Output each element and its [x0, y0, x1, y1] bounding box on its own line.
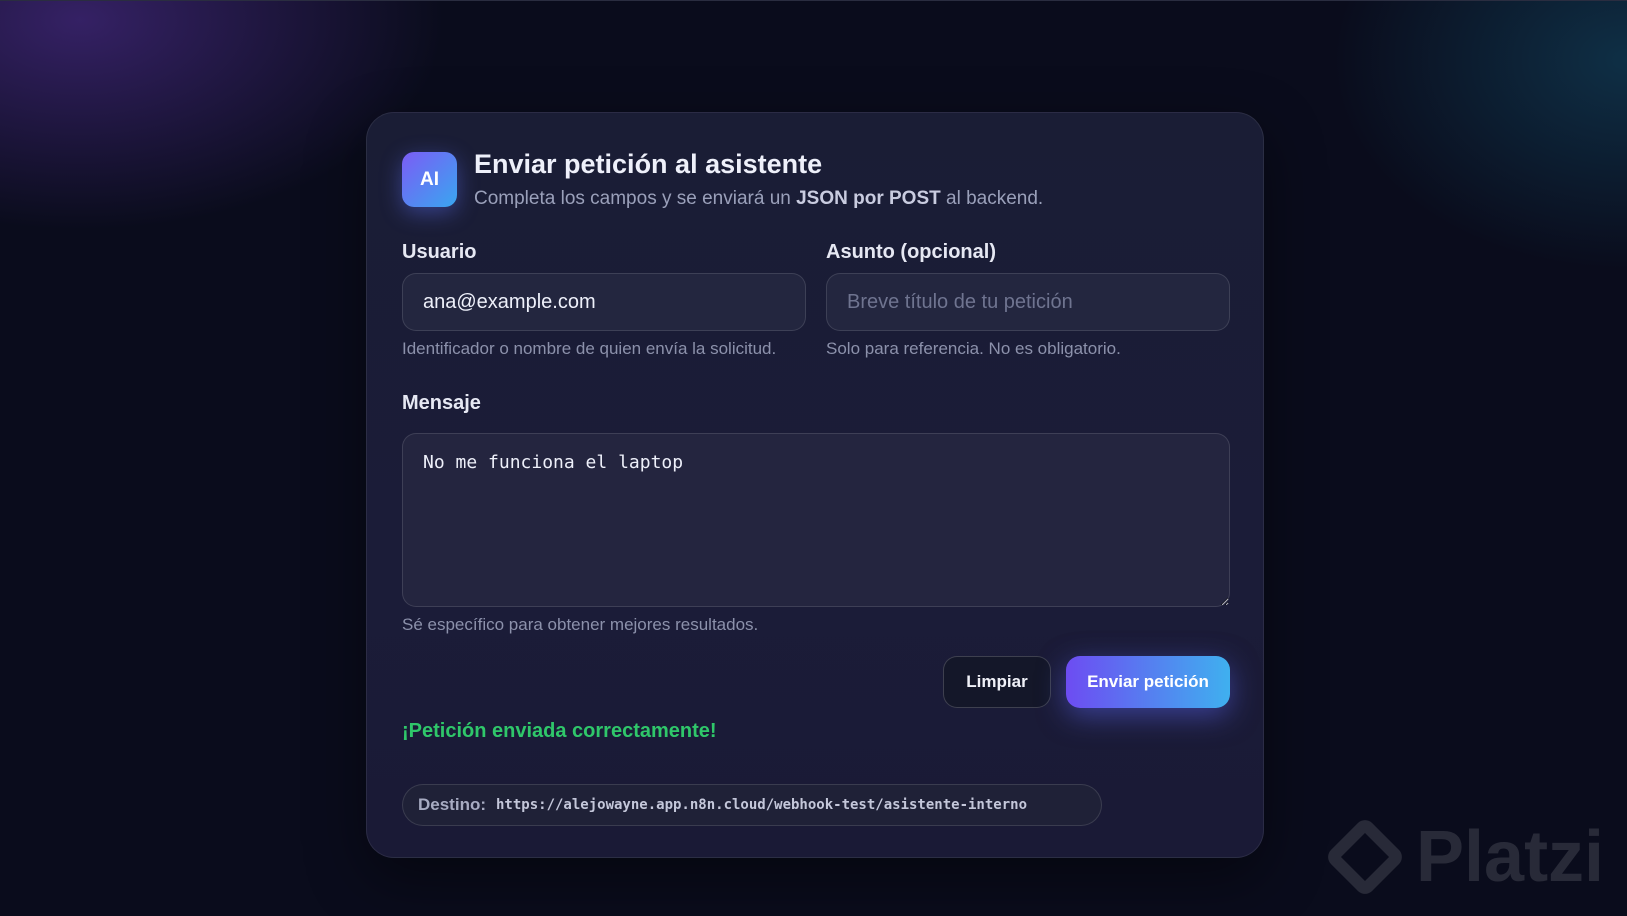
platzi-watermark: Platzi: [1323, 815, 1605, 899]
page-subtitle: Completa los campos y se enviará un JSON…: [474, 188, 1043, 210]
page-title: Enviar petición al asistente: [474, 149, 823, 179]
destination-label: Destino:: [418, 795, 486, 814]
clear-button[interactable]: Limpiar: [943, 656, 1051, 708]
top-divider: [0, 0, 1627, 1]
subtitle-text-post: al backend.: [940, 188, 1044, 209]
subtitle-text-bold: JSON por POST: [796, 188, 941, 209]
logo-text: AI: [420, 168, 439, 190]
user-input[interactable]: [402, 273, 806, 331]
user-hint: Identificador o nombre de quien envía la…: [402, 339, 777, 358]
message-textarea[interactable]: No me funciona el laptop: [402, 433, 1230, 607]
subtitle-text-pre: Completa los campos y se enviará un: [474, 188, 797, 209]
subject-label: Asunto (opcional): [826, 241, 996, 263]
send-request-button[interactable]: Enviar petición: [1066, 656, 1230, 708]
subject-hint: Solo para referencia. No es obligatorio.: [826, 339, 1121, 358]
success-message: ¡Petición enviada correctamente!: [402, 720, 717, 742]
message-label: Mensaje: [402, 392, 481, 414]
user-label: Usuario: [402, 241, 477, 263]
request-form-card: AI Enviar petición al asistente Completa…: [366, 112, 1264, 858]
platzi-logo-icon: [1323, 815, 1407, 899]
destination-url: https://alejowayne.app.n8n.cloud/webhook…: [496, 797, 1028, 813]
destination-badge: Destino: https://alejowayne.app.n8n.clou…: [402, 784, 1102, 826]
ai-logo-icon: AI: [402, 152, 457, 207]
message-hint: Sé específico para obtener mejores resul…: [402, 615, 759, 634]
subject-input[interactable]: [826, 273, 1230, 331]
platzi-watermark-text: Platzi: [1416, 817, 1605, 897]
